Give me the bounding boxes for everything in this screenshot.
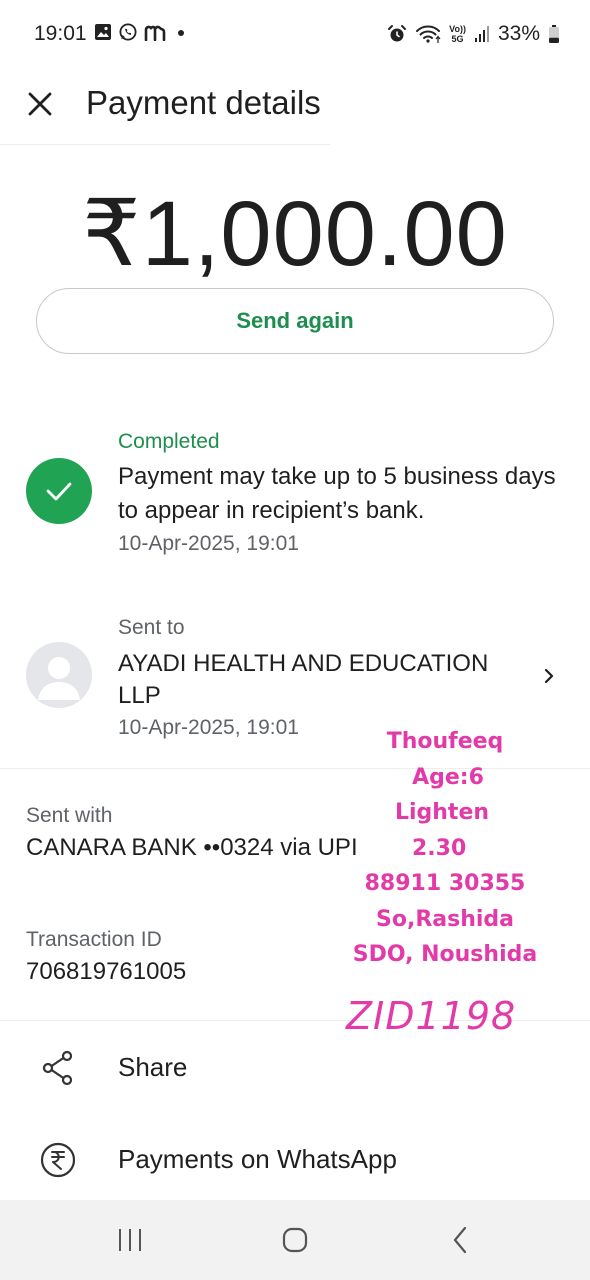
sent-with-label: Sent with (26, 804, 113, 827)
status-badge (26, 458, 92, 524)
person-icon (38, 657, 80, 700)
share-icon (42, 1050, 73, 1086)
status-notification-icons (94, 22, 186, 42)
status-system-icons: Vo)) 5G 33% (387, 22, 560, 46)
send-again-button[interactable]: Send again (36, 288, 554, 354)
recipient-timestamp: 10-Apr-2025, 19:01 (118, 716, 299, 739)
system-nav-bar (0, 1200, 590, 1280)
battery-icon (549, 25, 559, 43)
back-icon (453, 1226, 467, 1254)
whatsapp-icon (119, 23, 137, 41)
signal-icon (474, 26, 489, 42)
back-button[interactable] (438, 1220, 482, 1260)
note-line: 88911 30355 (364, 871, 526, 896)
rupee-icon (40, 1142, 76, 1178)
close-icon (28, 92, 52, 116)
gallery-icon (95, 24, 111, 40)
status-message: Payment may take up to 5 business days t… (118, 463, 556, 524)
recents-button[interactable] (108, 1220, 152, 1260)
share-button[interactable]: Share (0, 1028, 590, 1108)
payments-on-whatsapp-label: Payments on WhatsApp (118, 1144, 397, 1174)
m-app-icon (144, 25, 166, 41)
chevron-right-icon (544, 668, 554, 684)
status-time: 19:01 (34, 22, 87, 45)
note-line: Lighten (394, 800, 490, 825)
page-title: Payment details (86, 84, 321, 121)
header-divider (0, 144, 330, 145)
share-label: Share (118, 1052, 188, 1082)
avatar (26, 642, 92, 708)
payment-amount: ₹1,000.00 (82, 183, 508, 285)
volte-5g-icon: Vo)) 5G (449, 24, 466, 44)
note-line: Age:6 (412, 764, 484, 790)
recipient-name: AYADI HEALTH AND EDUCATION LLP (118, 650, 489, 709)
transaction-id-label: Transaction ID (26, 928, 162, 951)
close-button[interactable] (18, 82, 62, 126)
handwritten-code: ZID1198 (346, 994, 517, 1038)
home-button[interactable] (273, 1220, 317, 1260)
note-line: SDO, Noushida (352, 942, 538, 967)
sent-with-value: CANARA BANK ••0324 via UPI (26, 834, 358, 861)
note-line: 2.30 (412, 835, 467, 861)
note-line: So,Rashida (376, 906, 514, 932)
home-icon (282, 1227, 308, 1253)
recents-icon (119, 1229, 141, 1251)
alarm-icon (388, 25, 407, 42)
note-line: Thoufeeq (386, 729, 504, 754)
wifi-icon (416, 25, 441, 43)
sent-to-label: Sent to (118, 616, 185, 639)
handwritten-note: Thoufeeq Age:6 Lighten 2.30 88911 30355 … (330, 724, 560, 973)
dot-icon (178, 30, 184, 36)
5g-label: 5G (451, 34, 464, 44)
status-timestamp: 10-Apr-2025, 19:01 (118, 532, 299, 555)
transaction-id-value: 706819761005 (26, 958, 187, 985)
status-label: Completed (118, 430, 220, 453)
app-bar: Payment details (0, 70, 590, 142)
payments-on-whatsapp-button[interactable]: Payments on WhatsApp (0, 1120, 590, 1200)
volte-label: Vo)) (449, 24, 466, 34)
battery-percent: 33% (497, 22, 540, 45)
check-icon (46, 482, 72, 501)
status-bar: 19:01 Vo)) 5G 33% (0, 0, 590, 68)
